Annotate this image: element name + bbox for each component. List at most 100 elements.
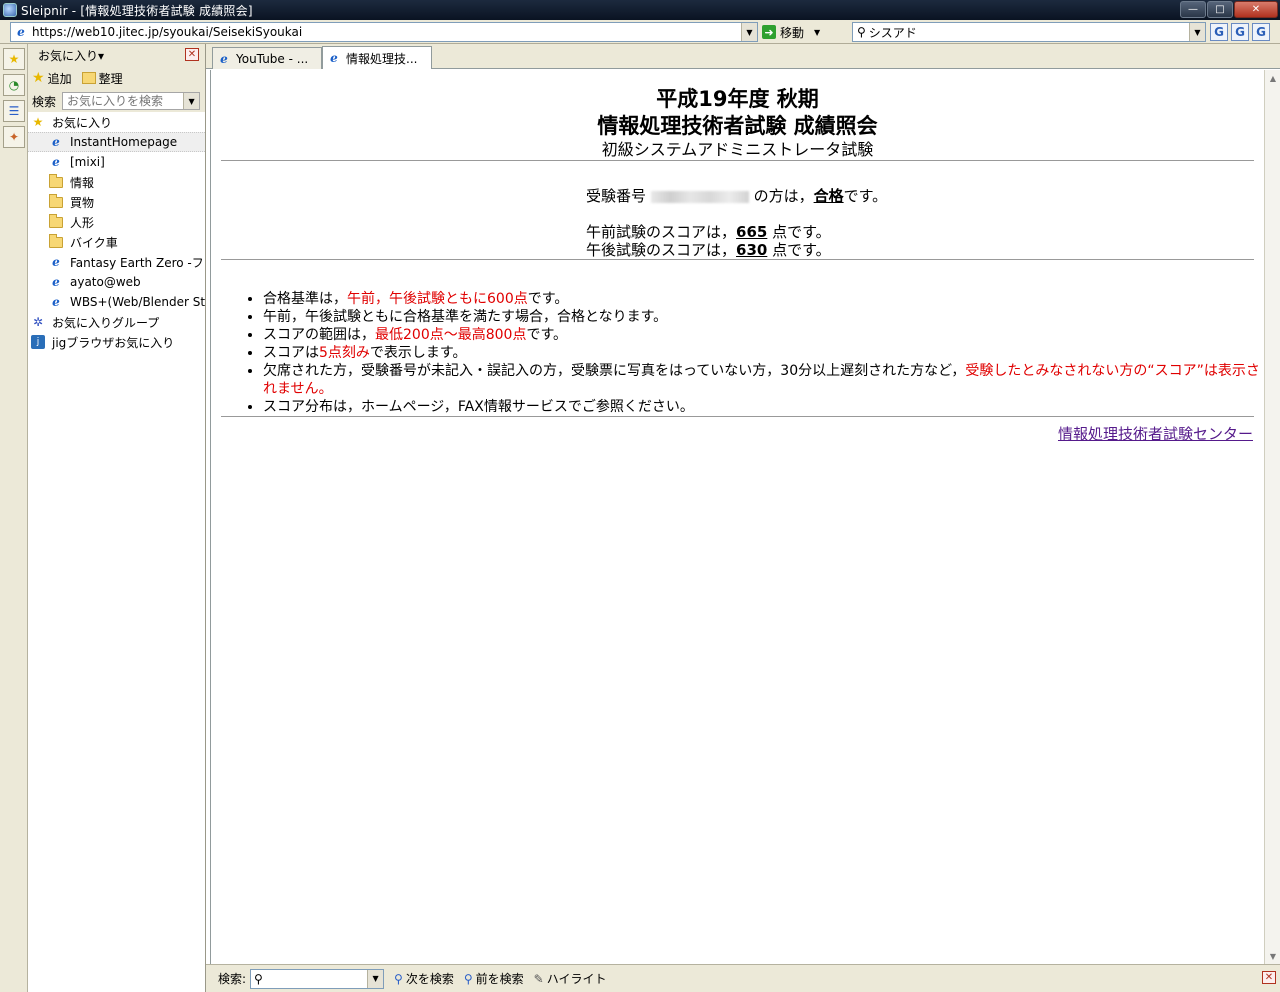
go-button[interactable]: ➜ 移動 ▼ (762, 23, 840, 41)
find-input[interactable]: ⚲ ▼ (250, 968, 385, 989)
list-item: 合格基準は，午前，午後試験ともに600点です。 (263, 290, 1264, 308)
search-engine-google-button[interactable]: G (1252, 23, 1270, 41)
find-prev-button[interactable]: ⚲ 前を検索 (464, 970, 524, 987)
folder-icon (48, 193, 64, 209)
organize-favorites-button[interactable]: 整理 (81, 70, 123, 87)
exam-number-masked (650, 190, 749, 203)
favorites-item[interactable]: e Fantasy Earth Zero -フ (28, 252, 205, 272)
window-titlebar: Sleipnir - [情報処理技術者試験 成績照会] — □ ✕ (0, 0, 1280, 20)
close-window-button[interactable]: ✕ (1234, 1, 1278, 18)
list-item-label: InstantHomepage (70, 135, 178, 149)
result-suffix: の方は， (753, 187, 814, 205)
favorites-menu-title[interactable]: お気に入り▾ (38, 47, 104, 64)
folder-icon (48, 213, 64, 229)
favorites-toolbar: ★ 追加 整理 (28, 66, 205, 90)
add-favorite-label: 追加 (47, 71, 72, 86)
divider (221, 259, 1254, 260)
favorites-tree: ★ お気に入り e InstantHomepage e [mixi] 情報 買物… (28, 112, 205, 352)
ie-page-icon: e (52, 135, 60, 149)
page-icon: e (17, 25, 25, 39)
scores-block: 午前試験のスコアは，665 点です。 午後試験のスコアは，630 点です。 (586, 223, 1264, 259)
favorites-header: お気に入り▾ ✕ (28, 44, 205, 66)
find-dropdown-button[interactable]: ▼ (367, 969, 384, 988)
am-score-label: 午前試験のスコアは， (586, 223, 737, 241)
minimize-button[interactable]: — (1180, 1, 1206, 18)
jig-favorites-item[interactable]: j jigブラウザお気に入り (28, 332, 205, 352)
am-score-line: 午前試験のスコアは，665 点です。 (586, 223, 1264, 241)
highlight-label: ハイライト (546, 972, 607, 986)
close-findbar-icon[interactable]: ✕ (1262, 971, 1276, 984)
search-engine-google-button[interactable]: G (1231, 23, 1249, 41)
go-dropdown-icon: ▼ (814, 27, 821, 37)
ie-page-icon: e (330, 51, 338, 65)
list-item: 午前，午後試験ともに合格基準を満たす場合，合格となります。 (263, 308, 1264, 326)
favorites-folder[interactable]: 情報 (28, 172, 205, 192)
favorites-folder[interactable]: 人形 (28, 212, 205, 232)
folder-icon (48, 173, 64, 189)
find-next-label: 次を検索 (405, 972, 454, 986)
find-label: 検索: (218, 972, 247, 986)
search-engine-google-button[interactable]: G (1210, 23, 1228, 41)
list-item-label: WBS+(Web/Blender St (70, 295, 205, 309)
favorites-search-label: 検索 (32, 94, 57, 109)
search-dropdown-button[interactable]: ▼ (1189, 23, 1205, 41)
result-block: 受験番号 の方は，合格です。 午前試験のスコアは，665 点です。 午後試験のス… (586, 187, 1264, 259)
tab-label: YouTube - ... (236, 51, 309, 66)
find-next-button[interactable]: ⚲ 次を検索 (394, 970, 454, 987)
favorites-group-item[interactable]: ✲ お気に入りグループ (28, 312, 205, 332)
favorites-search-field[interactable]: ▼ (62, 92, 201, 110)
page-heading: 平成19年度 秋期 情報処理技術者試験 成績照会 初級システムアドミニストレータ… (211, 86, 1264, 160)
ie-page-icon: e (220, 51, 228, 66)
jig-icon: j (30, 335, 46, 349)
pm-score-value: 630 (736, 241, 768, 259)
url-dropdown-button[interactable]: ▼ (741, 23, 757, 41)
favorites-folder[interactable]: バイク車 (28, 232, 205, 252)
history-icon[interactable]: ◔ (3, 74, 25, 96)
pm-score-suffix: 点です。 (772, 241, 831, 259)
scroll-down-icon[interactable]: ▼ (1266, 948, 1280, 964)
url-field[interactable]: e https://web10.jitec.jp/syoukai/Seiseki… (10, 22, 758, 42)
favorites-item[interactable]: e [mixi] (28, 152, 205, 172)
ie-page-icon: e (52, 295, 60, 309)
exam-center-link[interactable]: 情報処理技術者試験センター (1058, 425, 1253, 443)
tree-view-icon[interactable]: ☰ (3, 100, 25, 122)
add-star-icon: ★ (32, 70, 45, 86)
pm-score-label: 午後試験のスコアは， (586, 241, 737, 259)
list-item: 欠席された方，受験番号が未記入・誤記入の方，受験票に写真をはっていない方，30分… (263, 362, 1264, 398)
tab-jitec-active[interactable]: e 情報処理技... (322, 46, 432, 69)
maximize-button[interactable]: □ (1207, 1, 1233, 18)
highlight-button[interactable]: ✎ ハイライト (534, 970, 607, 987)
exam-number-label: 受験番号 (586, 187, 647, 205)
add-favorite-button[interactable]: ★ 追加 (32, 70, 72, 87)
favorites-search-input[interactable] (63, 93, 182, 109)
am-score-value: 665 (736, 223, 768, 241)
page-title-line2: 情報処理技術者試験 成績照会 (597, 114, 878, 138)
web-search-text: シスアド (868, 25, 917, 40)
close-panel-icon[interactable]: ✕ (185, 48, 199, 61)
ie-page-icon: e (52, 275, 60, 289)
favorites-search-dropdown[interactable]: ▼ (183, 93, 200, 109)
find-prev-label: 前を検索 (475, 972, 524, 986)
list-item-label: 買物 (70, 195, 95, 210)
favorites-root-item[interactable]: ★ お気に入り (28, 112, 205, 132)
favorites-item[interactable]: e ayato@web (28, 272, 205, 292)
web-search-field[interactable]: ⚲ シスアド ▼ (852, 22, 1206, 42)
vertical-scrollbar[interactable]: ▲ ▼ (1264, 70, 1280, 964)
favorites-item[interactable]: e WBS+(Web/Blender St (28, 292, 205, 312)
list-item-label: ayato@web (70, 275, 141, 289)
pass-result-line: 受験番号 の方は，合格です。 (586, 187, 1264, 205)
favorites-folder[interactable]: 買物 (28, 192, 205, 212)
search-icon: ⚲ (857, 25, 866, 39)
favorites-star-icon[interactable]: ★ (3, 48, 25, 70)
favorites-item[interactable]: e InstantHomepage (28, 132, 205, 152)
notes-list: 合格基準は，午前，午後試験ともに600点です。 午前，午後試験ともに合格基準を満… (263, 290, 1264, 416)
scroll-up-icon[interactable]: ▲ (1266, 70, 1280, 86)
highlight-icon: ✎ (533, 971, 544, 986)
pm-score-line: 午後試験のスコアは，630 点です。 (586, 241, 1264, 259)
list-item-label: jigブラウザお気に入り (52, 335, 175, 350)
tab-youtube[interactable]: e YouTube - ... (212, 47, 322, 69)
page-content: 平成19年度 秋期 情報処理技術者試験 成績照会 初級システムアドミニストレータ… (210, 70, 1264, 964)
star-icon: ★ (32, 115, 44, 129)
list-item-label: バイク車 (70, 235, 118, 250)
feed-icon[interactable]: ✦ (3, 126, 25, 148)
